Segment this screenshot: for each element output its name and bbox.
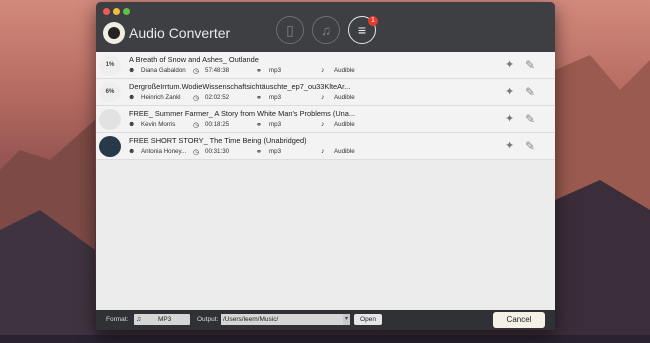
edit-icon[interactable]: ✎ (525, 85, 535, 99)
book-cover-thumbnail (99, 136, 121, 157)
item-author: Kevin Morris (141, 121, 176, 128)
list-item[interactable]: 1% A Breath of Snow and Ashes_ Outlande … (96, 52, 555, 79)
edit-icon[interactable]: ✎ (525, 139, 535, 153)
person-icon: ☻ (128, 148, 136, 155)
title-bar: Audio Converter ▯ ♫ ≡ 1 (96, 2, 555, 52)
edit-icon[interactable]: ✎ (525, 58, 535, 72)
item-source: Audible (334, 67, 355, 74)
clock-icon: ◷ (193, 68, 200, 75)
music-note-icon: ♪ (321, 67, 325, 74)
music-note-icon: ♪ (321, 148, 325, 155)
person-icon: ☻ (128, 121, 136, 128)
magic-wand-icon[interactable]: ✦ (505, 139, 514, 152)
item-title: FREE_ Summer Farmer_ A Story from White … (129, 109, 356, 118)
close-button[interactable] (103, 8, 110, 15)
app-title: Audio Converter (129, 25, 231, 41)
book-cover-thumbnail (99, 109, 121, 130)
magic-wand-icon[interactable]: ✦ (505, 58, 514, 71)
item-source: Audible (334, 94, 355, 101)
minimize-button[interactable] (113, 8, 120, 15)
book-cover-thumbnail: 6% (99, 82, 121, 103)
headphones-icon: ⚭ (256, 122, 262, 129)
list-item[interactable]: FREE_ Summer Farmer_ A Story from White … (96, 106, 555, 133)
item-format: mp3 (269, 148, 282, 155)
bottom-bar: Format: ♫ MP3 Output: ▾ Open Cancel (96, 310, 555, 330)
person-icon: ☻ (128, 94, 136, 101)
item-title: DergroßeIrrtum.WodieWissenschaftsichtäus… (129, 82, 351, 91)
book-cover-thumbnail: 1% (99, 55, 121, 76)
clock-icon: ◷ (193, 149, 200, 156)
audio-converter-window: Audio Converter ▯ ♫ ≡ 1 1% A Breath of S… (96, 2, 555, 330)
format-value: MP3 (158, 316, 172, 323)
item-format: mp3 (269, 94, 282, 101)
list-item[interactable]: FREE SHORT STORY_ The Time Being (Unabri… (96, 133, 555, 160)
item-source: Audible (334, 121, 355, 128)
headphones-icon: ⚭ (256, 68, 262, 75)
item-source: Audible (334, 148, 355, 155)
music-note-icon: ♪ (321, 94, 325, 101)
item-duration: 00:31:30 (205, 148, 230, 155)
headphones-icon: ⚭ (256, 149, 262, 156)
item-duration: 02:02:52 (205, 94, 230, 101)
magic-wand-icon[interactable]: ✦ (505, 112, 514, 125)
zoom-button[interactable] (123, 8, 130, 15)
cancel-button[interactable]: Cancel (493, 312, 545, 328)
edit-icon[interactable]: ✎ (525, 112, 535, 126)
output-label: Output: (197, 316, 219, 323)
output-dropdown-icon[interactable]: ▾ (343, 314, 350, 325)
item-format: mp3 (269, 121, 282, 128)
item-author: Diana Gabaldon (141, 67, 186, 74)
app-logo-icon (103, 22, 125, 44)
format-select[interactable]: ♫ MP3 (134, 314, 190, 325)
item-author: Antonia Honey... (141, 148, 187, 155)
output-path-field[interactable] (221, 314, 345, 325)
document-icon[interactable]: ▯ (276, 16, 304, 44)
item-author: Heinrich Zankl (141, 94, 181, 101)
person-icon: ☻ (128, 67, 136, 74)
item-title: A Breath of Snow and Ashes_ Outlande (129, 55, 259, 64)
item-title: FREE SHORT STORY_ The Time Being (Unabri… (129, 136, 307, 145)
list-item[interactable]: 6% DergroßeIrrtum.WodieWissenschaftsicht… (96, 79, 555, 106)
music-icon[interactable]: ♫ (312, 16, 340, 44)
audio-file-icon: ♫ (136, 316, 142, 323)
item-duration: 00:18:25 (205, 121, 230, 128)
item-format: mp3 (269, 67, 282, 74)
music-note-icon: ♪ (321, 121, 325, 128)
magic-wand-icon[interactable]: ✦ (505, 85, 514, 98)
converting-count-badge: 1 (368, 16, 378, 26)
headphones-icon: ⚭ (256, 95, 262, 102)
clock-icon: ◷ (193, 122, 200, 129)
clock-icon: ◷ (193, 95, 200, 102)
item-duration: 57:48:38 (205, 67, 230, 74)
conversion-list: 1% A Breath of Snow and Ashes_ Outlande … (96, 52, 555, 310)
format-label: Format: (106, 316, 129, 323)
open-button[interactable]: Open (354, 314, 382, 325)
